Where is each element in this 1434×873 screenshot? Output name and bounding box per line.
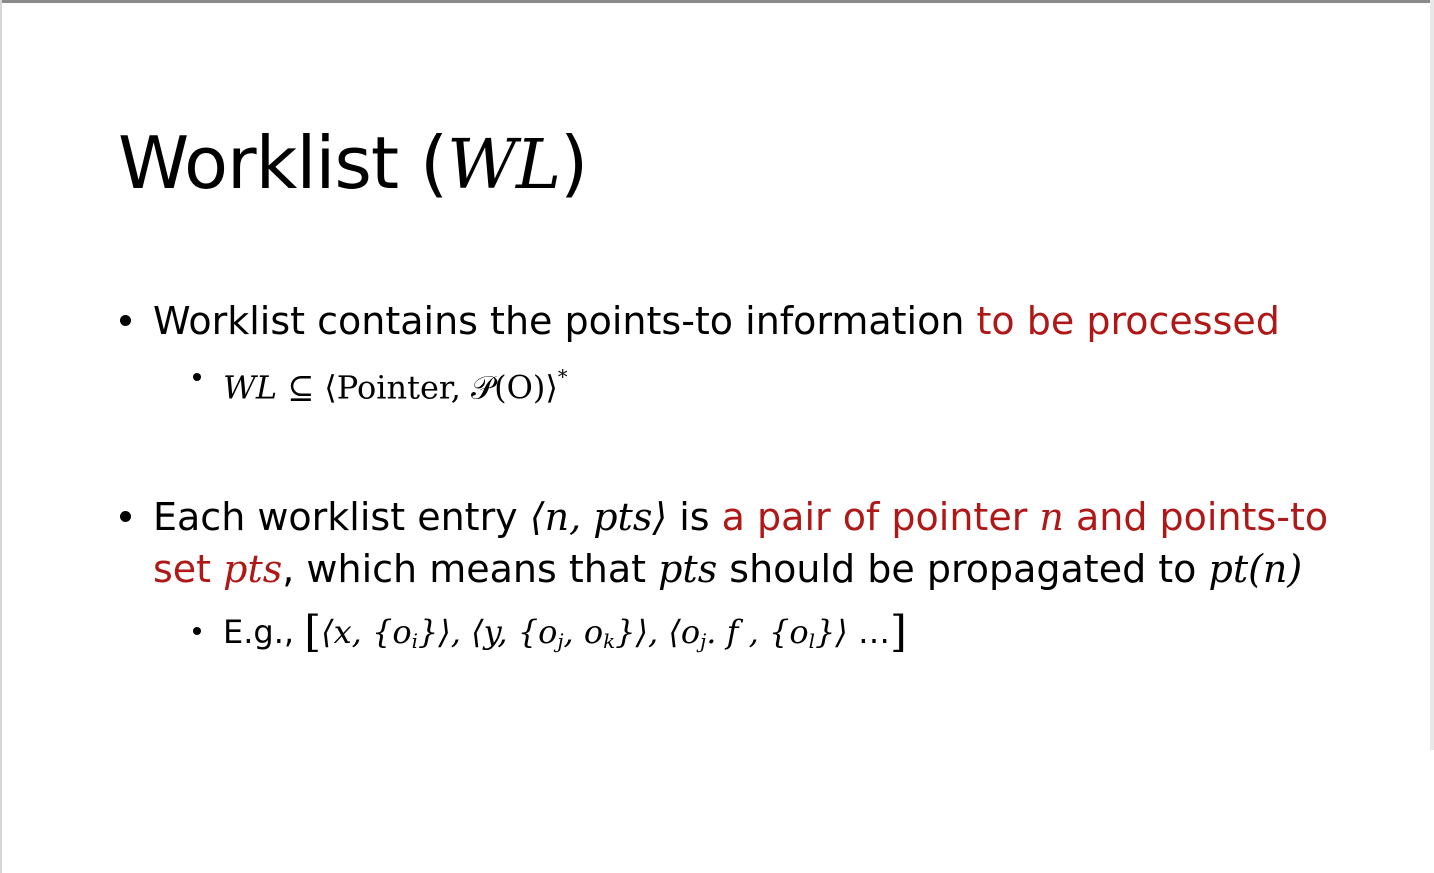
bullet-2-red1: a pair of pointer	[721, 495, 1040, 539]
bullet-2-entry: ⟨n, pts⟩	[529, 495, 668, 539]
formula-lhs: WL	[223, 368, 278, 407]
bullet-2-sub-dot	[193, 627, 201, 635]
bullet-1-sub-dot	[193, 373, 201, 381]
bullet-1: Worklist contains the points-to informat…	[120, 295, 1280, 347]
bullet-2-n: n	[1039, 495, 1064, 539]
title-close: )	[560, 121, 588, 205]
formula-subset: ⊆	[277, 368, 325, 407]
bullet-1-text: Worklist contains the points-to informat…	[153, 299, 977, 343]
eg-item-3: ⟨oj. f , {ol}⟩	[668, 613, 858, 653]
slide-title: Worklist (WL)	[118, 118, 588, 211]
right-border	[1430, 0, 1434, 750]
bullet-1-sub: WL ⊆ ⟨Pointer, 𝒫(O)⟩*	[193, 355, 568, 410]
eg-close-bracket: ]	[889, 607, 907, 658]
bullet-2-part4: should be propagated to	[717, 547, 1209, 591]
title-text: Worklist (	[118, 121, 448, 205]
bullet-2-red3: set	[153, 547, 224, 591]
bullet-2-pts-red: pts	[223, 547, 283, 591]
bullet-2-line-1: Each worklist entry ⟨n, pts⟩ is a pair o…	[120, 491, 1329, 543]
eg-item-2: ⟨y, {oj, ok}⟩,	[471, 613, 669, 653]
bullet-2-dot	[120, 511, 131, 522]
eg-item-1: ⟨x, {oi}⟩,	[321, 613, 472, 653]
formula-star: *	[557, 366, 568, 389]
bullet-2-sub: E.g., [⟨x, {oi}⟩, ⟨y, {oj, ok}⟩, ⟨oj. f …	[193, 607, 907, 665]
bullet-2-pts: pts	[658, 547, 718, 591]
bullet-1-highlight: to be processed	[976, 299, 1280, 343]
left-border	[0, 0, 2, 873]
formula-rhs: ⟨Pointer, 𝒫(O)⟩	[324, 368, 558, 407]
top-border	[0, 0, 1434, 3]
bullet-2-red2: and points-to	[1063, 495, 1329, 539]
eg-open-bracket: [	[304, 607, 322, 658]
bullet-2-pt-n: pt(n)	[1208, 547, 1303, 591]
eg-ellipsis: …	[857, 613, 890, 651]
bullet-2-line-2: set pts, which means that pts should be …	[153, 543, 1302, 595]
bullet-2-part2: is	[667, 495, 722, 539]
bullet-2-part1: Each worklist entry	[153, 495, 530, 539]
title-math: WL	[447, 126, 561, 205]
bullet-2-part3: , which means that	[282, 547, 659, 591]
eg-label: E.g.,	[223, 613, 305, 651]
bullet-1-dot	[120, 315, 131, 326]
